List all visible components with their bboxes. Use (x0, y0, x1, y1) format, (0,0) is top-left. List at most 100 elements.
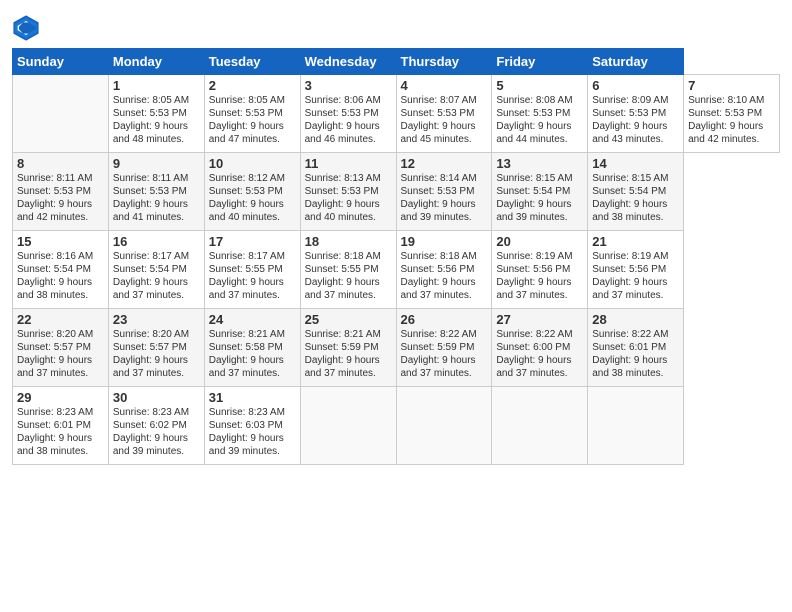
day-number: 24 (209, 312, 296, 327)
day-cell-7: 7Sunrise: 8:10 AM Sunset: 5:53 PM Daylig… (684, 75, 780, 153)
day-number: 6 (592, 78, 679, 93)
cell-content: Sunrise: 8:13 AM Sunset: 5:53 PM Dayligh… (305, 172, 392, 224)
logo (12, 14, 42, 42)
col-header-friday: Friday (492, 49, 588, 75)
cell-content: Sunrise: 8:19 AM Sunset: 5:56 PM Dayligh… (592, 250, 679, 302)
cell-content: Sunrise: 8:05 AM Sunset: 5:53 PM Dayligh… (113, 94, 200, 146)
day-cell-10: 10Sunrise: 8:12 AM Sunset: 5:53 PM Dayli… (204, 153, 300, 231)
day-cell-30: 30Sunrise: 8:23 AM Sunset: 6:02 PM Dayli… (108, 387, 204, 465)
day-cell-5: 5Sunrise: 8:08 AM Sunset: 5:53 PM Daylig… (492, 75, 588, 153)
cell-content: Sunrise: 8:16 AM Sunset: 5:54 PM Dayligh… (17, 250, 104, 302)
day-cell-24: 24Sunrise: 8:21 AM Sunset: 5:58 PM Dayli… (204, 309, 300, 387)
day-number: 31 (209, 390, 296, 405)
cell-content: Sunrise: 8:09 AM Sunset: 5:53 PM Dayligh… (592, 94, 679, 146)
day-number: 25 (305, 312, 392, 327)
week-row-1: 8Sunrise: 8:11 AM Sunset: 5:53 PM Daylig… (13, 153, 780, 231)
week-row-4: 29Sunrise: 8:23 AM Sunset: 6:01 PM Dayli… (13, 387, 780, 465)
day-cell-14: 14Sunrise: 8:15 AM Sunset: 5:54 PM Dayli… (588, 153, 684, 231)
day-cell-17: 17Sunrise: 8:17 AM Sunset: 5:55 PM Dayli… (204, 231, 300, 309)
day-cell-15: 15Sunrise: 8:16 AM Sunset: 5:54 PM Dayli… (13, 231, 109, 309)
day-cell-1: 1Sunrise: 8:05 AM Sunset: 5:53 PM Daylig… (108, 75, 204, 153)
day-cell-23: 23Sunrise: 8:20 AM Sunset: 5:57 PM Dayli… (108, 309, 204, 387)
cell-content: Sunrise: 8:21 AM Sunset: 5:59 PM Dayligh… (305, 328, 392, 380)
col-header-thursday: Thursday (396, 49, 492, 75)
cell-content: Sunrise: 8:10 AM Sunset: 5:53 PM Dayligh… (688, 94, 775, 146)
day-number: 28 (592, 312, 679, 327)
cell-content: Sunrise: 8:07 AM Sunset: 5:53 PM Dayligh… (401, 94, 488, 146)
week-row-3: 22Sunrise: 8:20 AM Sunset: 5:57 PM Dayli… (13, 309, 780, 387)
main-container: SundayMondayTuesdayWednesdayThursdayFrid… (0, 0, 792, 475)
day-number: 19 (401, 234, 488, 249)
day-number: 16 (113, 234, 200, 249)
day-cell-13: 13Sunrise: 8:15 AM Sunset: 5:54 PM Dayli… (492, 153, 588, 231)
day-number: 20 (496, 234, 583, 249)
day-cell-2: 2Sunrise: 8:05 AM Sunset: 5:53 PM Daylig… (204, 75, 300, 153)
cell-content: Sunrise: 8:19 AM Sunset: 5:56 PM Dayligh… (496, 250, 583, 302)
day-number: 18 (305, 234, 392, 249)
day-cell-19: 19Sunrise: 8:18 AM Sunset: 5:56 PM Dayli… (396, 231, 492, 309)
calendar-table: SundayMondayTuesdayWednesdayThursdayFrid… (12, 48, 780, 465)
cell-content: Sunrise: 8:18 AM Sunset: 5:56 PM Dayligh… (401, 250, 488, 302)
col-header-wednesday: Wednesday (300, 49, 396, 75)
day-number: 8 (17, 156, 104, 171)
day-number: 4 (401, 78, 488, 93)
day-number: 23 (113, 312, 200, 327)
day-number: 30 (113, 390, 200, 405)
cell-content: Sunrise: 8:20 AM Sunset: 5:57 PM Dayligh… (17, 328, 104, 380)
cell-content: Sunrise: 8:23 AM Sunset: 6:03 PM Dayligh… (209, 406, 296, 458)
day-number: 21 (592, 234, 679, 249)
logo-icon (12, 14, 40, 42)
day-number: 3 (305, 78, 392, 93)
day-cell-11: 11Sunrise: 8:13 AM Sunset: 5:53 PM Dayli… (300, 153, 396, 231)
day-cell-20: 20Sunrise: 8:19 AM Sunset: 5:56 PM Dayli… (492, 231, 588, 309)
cell-content: Sunrise: 8:17 AM Sunset: 5:55 PM Dayligh… (209, 250, 296, 302)
day-number: 7 (688, 78, 775, 93)
day-cell-26: 26Sunrise: 8:22 AM Sunset: 5:59 PM Dayli… (396, 309, 492, 387)
cell-content: Sunrise: 8:18 AM Sunset: 5:55 PM Dayligh… (305, 250, 392, 302)
day-cell-27: 27Sunrise: 8:22 AM Sunset: 6:00 PM Dayli… (492, 309, 588, 387)
empty-cell (300, 387, 396, 465)
day-cell-9: 9Sunrise: 8:11 AM Sunset: 5:53 PM Daylig… (108, 153, 204, 231)
day-number: 1 (113, 78, 200, 93)
day-cell-12: 12Sunrise: 8:14 AM Sunset: 5:53 PM Dayli… (396, 153, 492, 231)
header (12, 10, 780, 42)
cell-content: Sunrise: 8:23 AM Sunset: 6:01 PM Dayligh… (17, 406, 104, 458)
day-cell-6: 6Sunrise: 8:09 AM Sunset: 5:53 PM Daylig… (588, 75, 684, 153)
cell-content: Sunrise: 8:05 AM Sunset: 5:53 PM Dayligh… (209, 94, 296, 146)
day-number: 12 (401, 156, 488, 171)
col-header-monday: Monday (108, 49, 204, 75)
day-number: 17 (209, 234, 296, 249)
week-row-2: 15Sunrise: 8:16 AM Sunset: 5:54 PM Dayli… (13, 231, 780, 309)
day-number: 13 (496, 156, 583, 171)
empty-cell (492, 387, 588, 465)
day-number: 22 (17, 312, 104, 327)
cell-content: Sunrise: 8:20 AM Sunset: 5:57 PM Dayligh… (113, 328, 200, 380)
cell-content: Sunrise: 8:06 AM Sunset: 5:53 PM Dayligh… (305, 94, 392, 146)
day-number: 15 (17, 234, 104, 249)
day-cell-3: 3Sunrise: 8:06 AM Sunset: 5:53 PM Daylig… (300, 75, 396, 153)
day-cell-21: 21Sunrise: 8:19 AM Sunset: 5:56 PM Dayli… (588, 231, 684, 309)
col-header-tuesday: Tuesday (204, 49, 300, 75)
cell-content: Sunrise: 8:15 AM Sunset: 5:54 PM Dayligh… (496, 172, 583, 224)
day-cell-25: 25Sunrise: 8:21 AM Sunset: 5:59 PM Dayli… (300, 309, 396, 387)
cell-content: Sunrise: 8:11 AM Sunset: 5:53 PM Dayligh… (17, 172, 104, 224)
day-cell-8: 8Sunrise: 8:11 AM Sunset: 5:53 PM Daylig… (13, 153, 109, 231)
day-number: 2 (209, 78, 296, 93)
col-header-saturday: Saturday (588, 49, 684, 75)
cell-content: Sunrise: 8:14 AM Sunset: 5:53 PM Dayligh… (401, 172, 488, 224)
day-number: 27 (496, 312, 583, 327)
empty-cell (396, 387, 492, 465)
cell-content: Sunrise: 8:22 AM Sunset: 6:01 PM Dayligh… (592, 328, 679, 380)
calendar-header-row: SundayMondayTuesdayWednesdayThursdayFrid… (13, 49, 780, 75)
day-cell-31: 31Sunrise: 8:23 AM Sunset: 6:03 PM Dayli… (204, 387, 300, 465)
day-number: 14 (592, 156, 679, 171)
cell-content: Sunrise: 8:22 AM Sunset: 6:00 PM Dayligh… (496, 328, 583, 380)
day-number: 11 (305, 156, 392, 171)
cell-content: Sunrise: 8:23 AM Sunset: 6:02 PM Dayligh… (113, 406, 200, 458)
day-number: 9 (113, 156, 200, 171)
empty-cell (13, 75, 109, 153)
cell-content: Sunrise: 8:08 AM Sunset: 5:53 PM Dayligh… (496, 94, 583, 146)
day-number: 5 (496, 78, 583, 93)
cell-content: Sunrise: 8:22 AM Sunset: 5:59 PM Dayligh… (401, 328, 488, 380)
cell-content: Sunrise: 8:17 AM Sunset: 5:54 PM Dayligh… (113, 250, 200, 302)
